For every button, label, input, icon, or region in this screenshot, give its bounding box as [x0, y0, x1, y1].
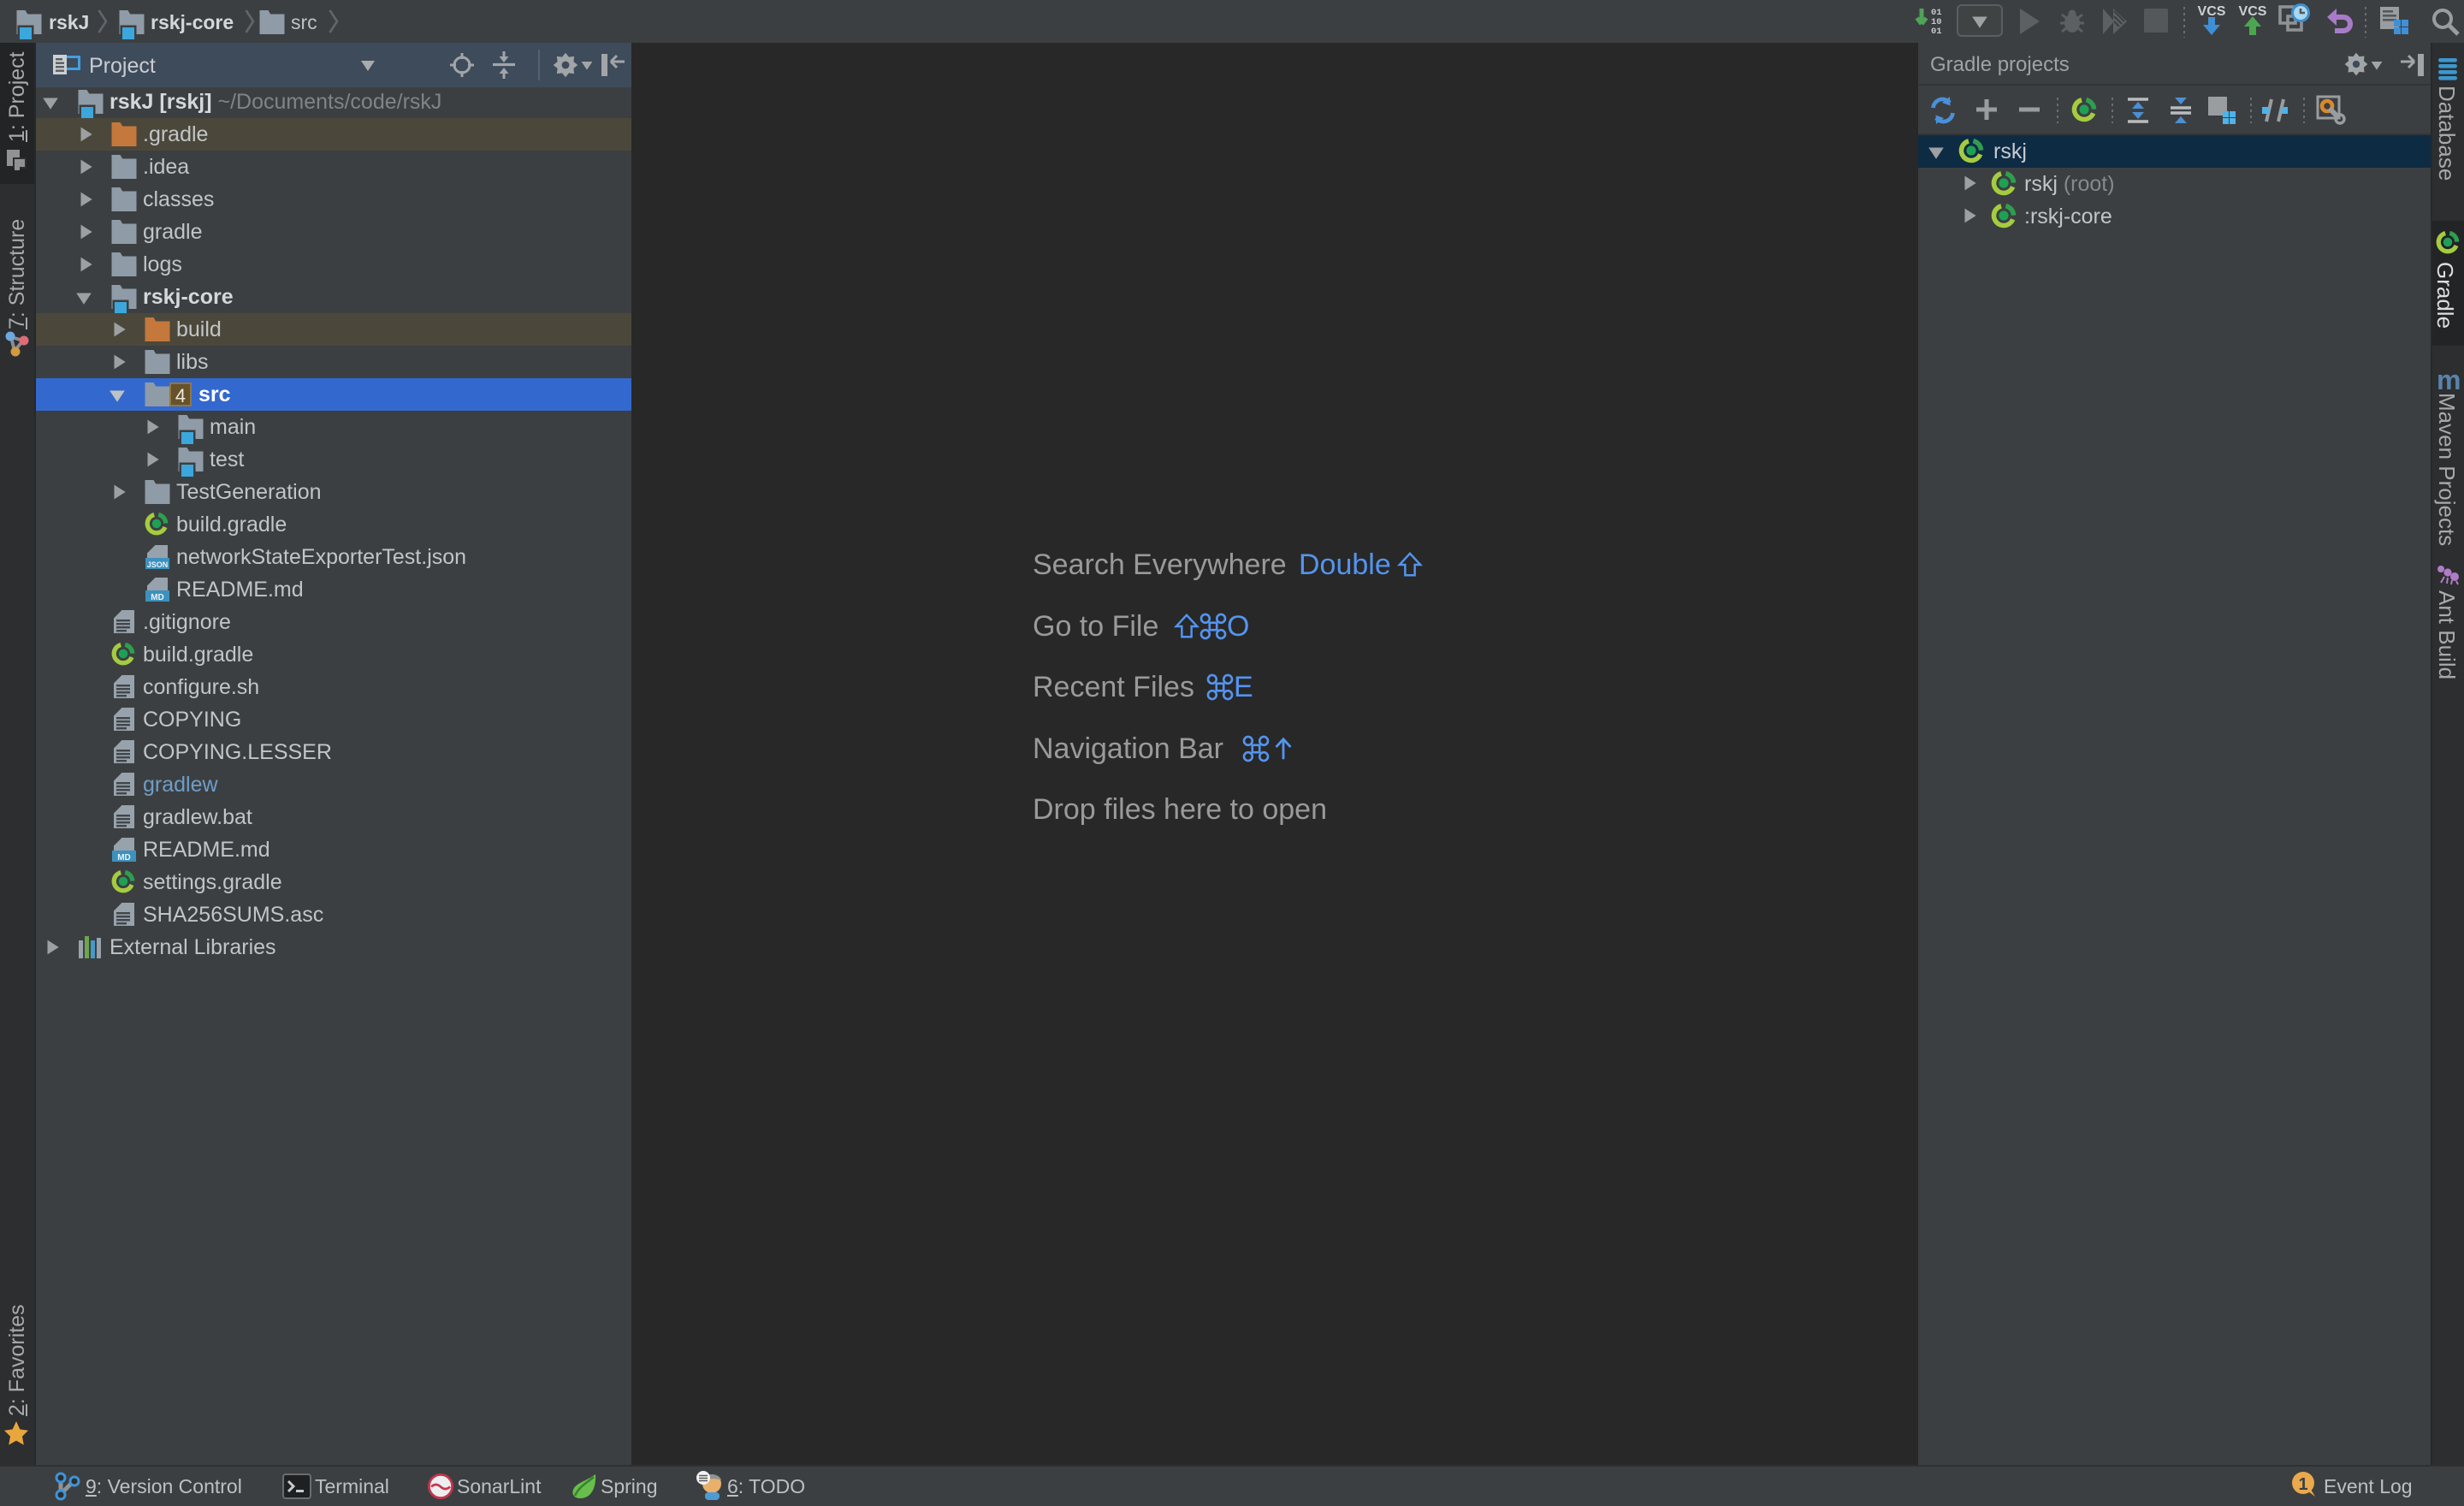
svg-text:MD: MD — [117, 853, 131, 863]
svg-text:1: 1 — [2298, 1475, 2307, 1494]
svg-text:JSON: JSON — [147, 560, 169, 569]
svg-text:01: 01 — [1931, 27, 1942, 37]
svg-text:VCS: VCS — [2198, 4, 2226, 19]
svg-text:MD: MD — [151, 593, 164, 602]
